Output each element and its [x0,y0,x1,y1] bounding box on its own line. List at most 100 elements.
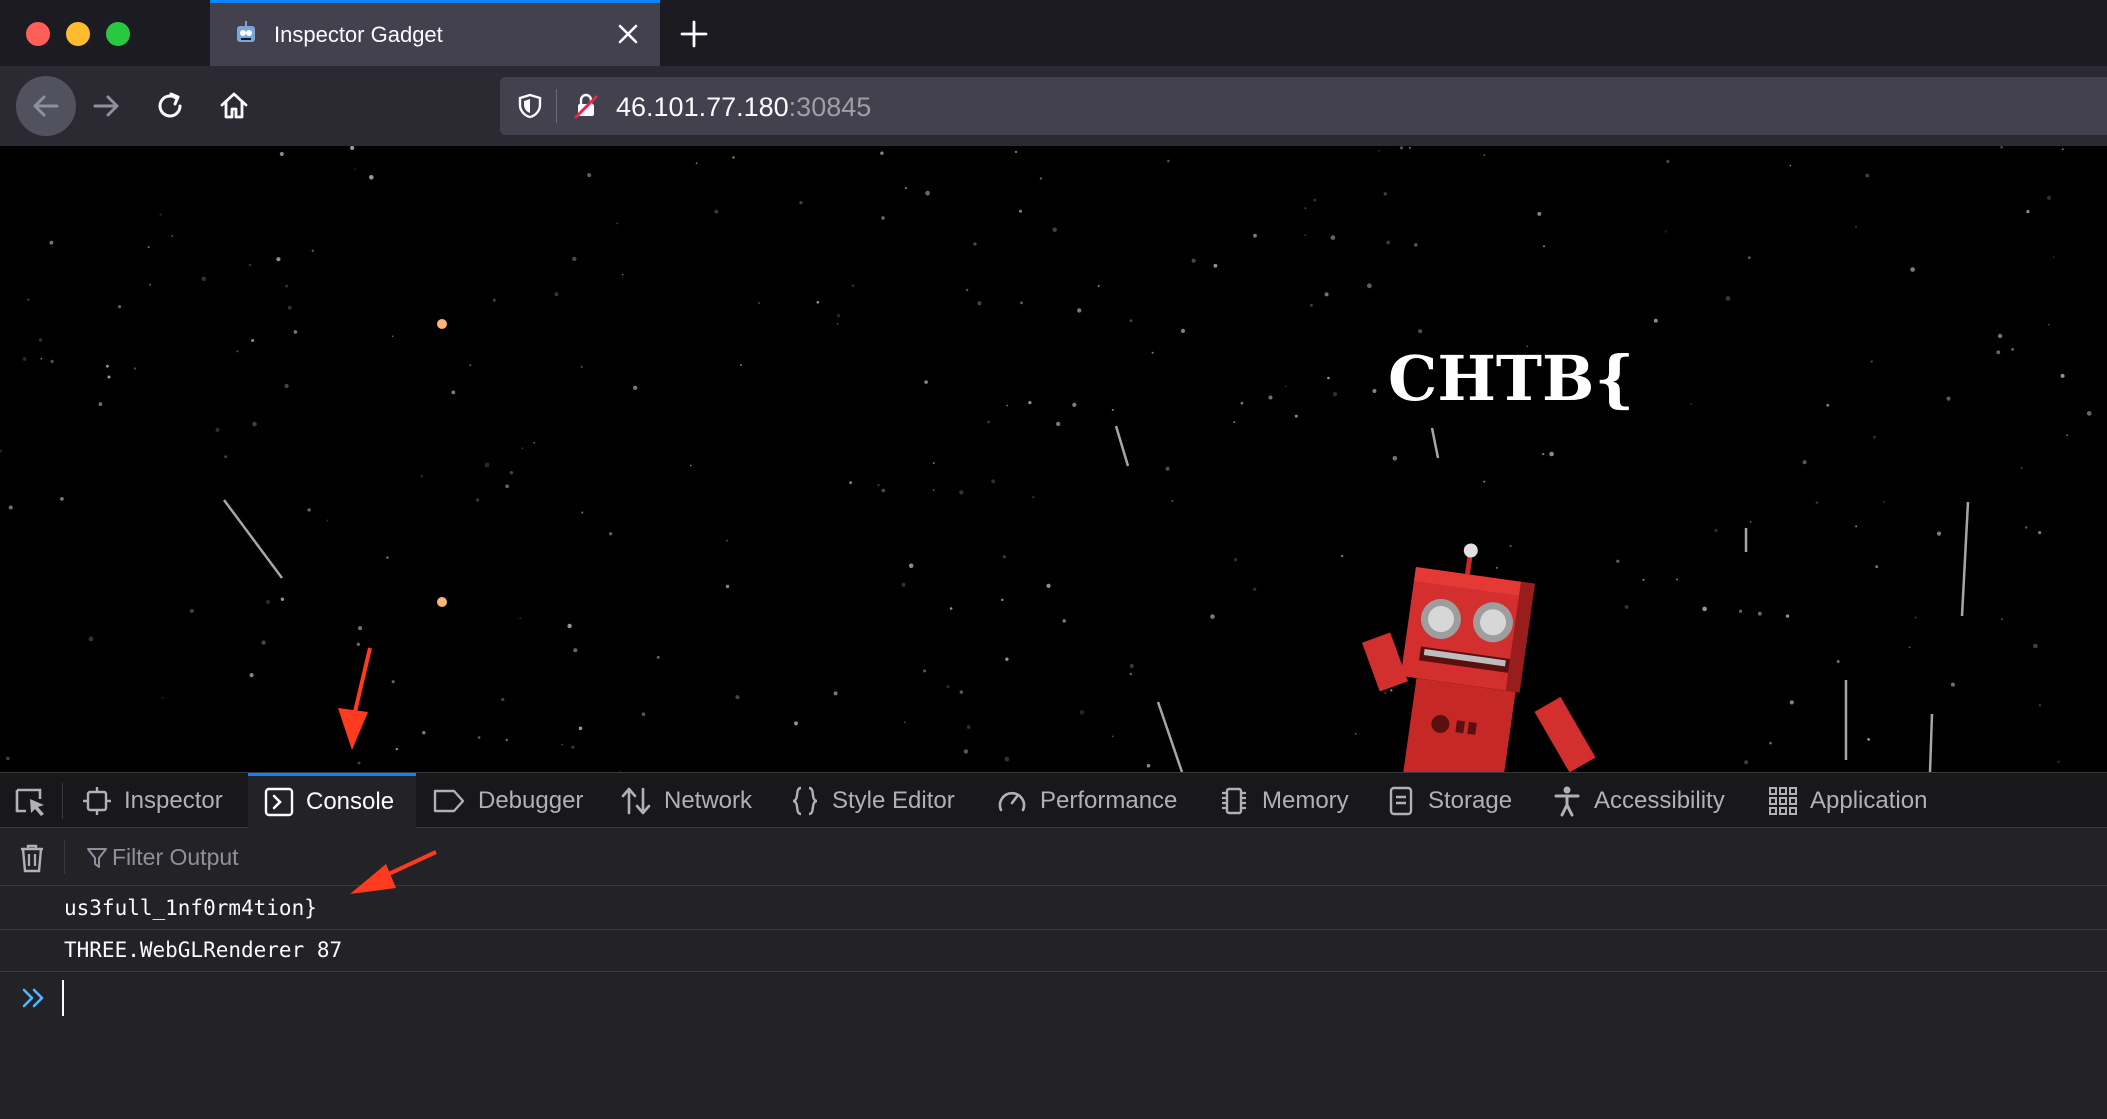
star [2046,195,2052,200]
star [147,246,150,249]
close-icon[interactable] [616,22,640,46]
star [2052,256,2055,259]
url-bar[interactable]: 46.101.77.180:30845 [500,77,2107,135]
star [1908,646,1911,649]
reload-icon [158,92,182,118]
star [1996,350,2001,355]
star [1642,578,1645,581]
filter-output-input[interactable] [112,840,912,874]
star [287,305,292,310]
tab-memory[interactable]: Memory [1218,773,1349,828]
window-maximize-button[interactable] [106,22,130,46]
star [279,152,284,156]
back-button[interactable] [16,76,76,136]
tab-performance[interactable]: Performance [996,773,1177,828]
star [2038,531,2042,535]
star [836,322,839,325]
console-log-row[interactable]: us3full_1nf0rm4tion} [0,888,2107,930]
star [98,402,103,406]
forward-button[interactable] [82,82,130,130]
star [27,298,30,301]
tab-application[interactable]: Application [1768,773,1927,828]
tab-label: Console [306,788,395,815]
star [284,383,289,389]
tab-title: Inspector Gadget [274,22,443,47]
window-close-button[interactable] [26,22,50,46]
tab-storage[interactable]: Storage [1386,773,1512,828]
star [469,364,472,367]
element-picker-icon[interactable] [14,787,48,817]
star [391,335,394,338]
back-arrow-icon [33,95,59,117]
tracking-shield-icon[interactable] [516,92,544,120]
star [1785,614,1790,618]
tab-accessibility[interactable]: Accessibility [1552,773,1725,828]
star [8,505,13,510]
tab-inspector[interactable]: Inspector [82,773,223,828]
window-minimize-button[interactable] [66,22,90,46]
star [1873,435,1876,439]
star [118,305,122,309]
url-text[interactable]: 46.101.77.180:30845 [616,92,871,123]
star [106,364,109,368]
tab-style-editor[interactable]: Style Editor [790,773,955,828]
star [107,375,111,379]
star [1749,521,1752,523]
star [1062,619,1066,623]
star [573,648,578,653]
trash-icon[interactable] [18,843,46,873]
tab-debugger[interactable]: Debugger [432,773,583,828]
star [2026,210,2030,214]
insecure-lock-icon[interactable] [572,92,600,120]
console-log-row[interactable]: THREE.WebGLRenderer 87 [0,930,2107,972]
star [1313,198,1317,202]
star [354,168,357,171]
star [38,338,43,342]
star [1180,328,1186,333]
new-tab-icon[interactable] [678,18,710,50]
star [587,173,592,178]
star [1046,583,1051,588]
star [252,421,257,427]
star [261,640,266,645]
star [22,357,27,361]
star [725,584,730,589]
star [1867,738,1870,741]
tab-label: Memory [1262,786,1349,814]
star [924,380,928,384]
tab-console[interactable]: Console [248,773,416,828]
star [987,420,990,424]
star [1666,159,1670,163]
star [386,556,389,559]
star [326,519,329,522]
star [1001,598,1004,602]
home-icon [220,92,248,119]
star [505,484,509,489]
log-message: THREE.WebGLRenderer 87 [64,938,343,962]
shooting-star [1156,701,1184,772]
star [149,283,151,286]
star [395,747,398,751]
star [224,455,228,459]
star [1079,710,1085,715]
tab-label: Storage [1428,786,1513,814]
browser-tab-active[interactable]: Inspector Gadget [210,0,660,66]
star [836,313,841,318]
shooting-star [222,499,284,579]
home-button[interactable] [210,82,258,130]
star [1936,531,1942,536]
star [451,390,456,395]
star [1309,303,1313,307]
star [1543,245,1545,248]
star [2020,467,2023,469]
star [726,539,728,542]
star [2011,347,2015,351]
reload-button[interactable] [146,82,194,130]
star [581,511,584,514]
star [1039,177,1043,180]
star [293,330,298,334]
console-input[interactable] [62,980,1962,1016]
star [1005,657,1009,661]
tab-network[interactable]: Network [620,773,752,828]
star [904,187,907,190]
